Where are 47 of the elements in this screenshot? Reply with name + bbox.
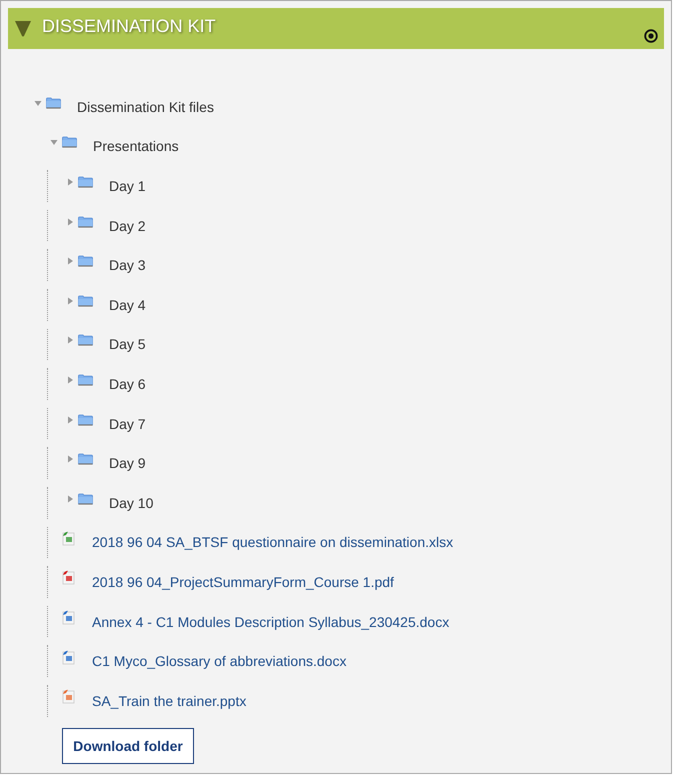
document-file-icon [62, 650, 75, 665]
folder-icon [78, 492, 93, 505]
folder-label[interactable]: Day 4 [109, 296, 146, 313]
file-link[interactable]: C1 Myco_Glossary of abbreviations.docx [92, 653, 346, 670]
triangle-icon[interactable] [66, 416, 74, 424]
folder-icon [78, 414, 93, 426]
folder-icon [62, 136, 77, 148]
folder-label[interactable]: Dissemination Kit files [77, 98, 214, 115]
triangle-icon[interactable] [66, 336, 74, 344]
triangle-icon [14, 18, 32, 36]
triangle-icon[interactable] [66, 494, 74, 503]
folder-icon [78, 255, 93, 268]
triangle-icon[interactable] [66, 257, 74, 266]
folder-label[interactable]: Day 10 [109, 494, 154, 511]
download-folder-button[interactable]: Download folder [62, 728, 194, 764]
folder-icon [78, 374, 93, 386]
triangle-icon[interactable] [66, 218, 74, 226]
triangle-icon[interactable] [66, 455, 74, 464]
circle-dot-icon[interactable] [644, 29, 658, 43]
folder-label[interactable]: Day 6 [109, 376, 146, 392]
document-file-icon [62, 610, 75, 626]
folder-icon [78, 334, 93, 346]
folder-icon [78, 176, 93, 188]
folder-label[interactable]: Day 7 [109, 416, 146, 432]
file-link[interactable]: Annex 4 - C1 Modules Description Syllabus_230425.docx [92, 614, 450, 630]
folder-label[interactable]: Presentations [93, 138, 179, 154]
triangle-icon[interactable] [66, 296, 74, 305]
folder-icon [78, 294, 93, 307]
file-link[interactable]: 2018 96 04 SA_BTSF questionnaire on dissemination.xlsx [92, 534, 454, 550]
spreadsheet-file-icon [62, 530, 75, 546]
folder-icon [78, 216, 93, 228]
pdf-file-icon [62, 570, 75, 586]
triangle-icon[interactable] [66, 376, 74, 384]
folder-label[interactable]: Day 1 [109, 178, 146, 194]
folder-label[interactable]: Day 9 [109, 455, 146, 472]
triangle-icon[interactable] [34, 98, 42, 107]
triangle-icon[interactable] [66, 178, 74, 186]
folder-icon [78, 453, 93, 466]
file-link[interactable]: SA_Train the trainer.pptx [92, 692, 246, 709]
folder-label[interactable]: Day 2 [109, 218, 146, 234]
folder-icon [46, 96, 61, 109]
triangle-icon[interactable] [50, 138, 58, 146]
section-title: DISSEMINATION KIT [42, 16, 216, 37]
slides-file-icon [62, 689, 75, 704]
folder-label[interactable]: Day 5 [109, 336, 146, 352]
file-link[interactable]: 2018 96 04_ProjectSummaryForm_Course 1.pdf [92, 574, 394, 590]
folder-label[interactable]: Day 3 [109, 257, 146, 274]
